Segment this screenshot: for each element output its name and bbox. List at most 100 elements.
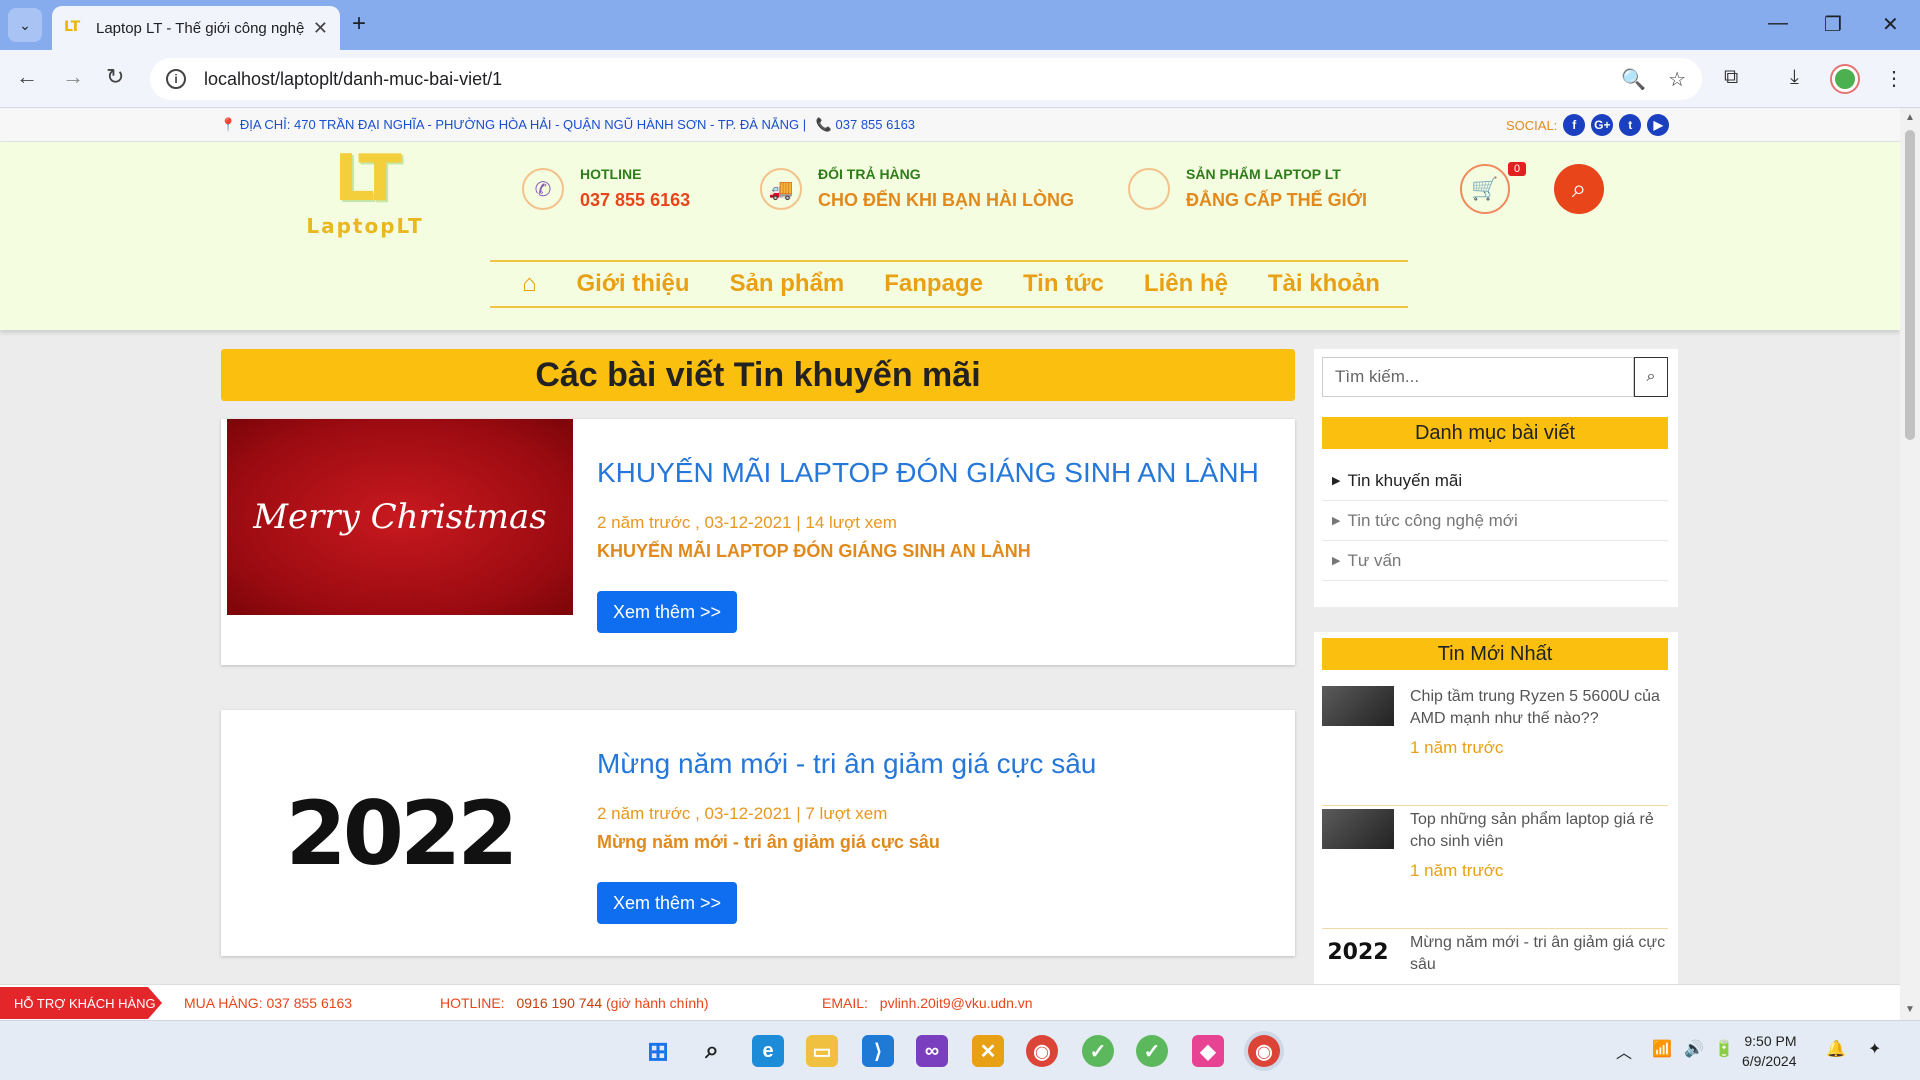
search-icon[interactable]: ⌕ [1554, 164, 1604, 214]
edge-icon[interactable]: e [752, 1035, 784, 1067]
caret-right-icon: ▶ [1332, 555, 1341, 567]
category-label: Tin khuyến mãi [1347, 470, 1463, 490]
close-tab-icon[interactable]: ✕ [313, 18, 328, 39]
site-info-icon[interactable]: i [166, 69, 186, 89]
bookmark-star-icon[interactable]: ☆ [1668, 67, 1686, 92]
youtube-icon[interactable]: ▶ [1647, 114, 1670, 136]
buy-phone[interactable]: MUA HÀNG: 037 855 6163 [184, 995, 352, 1011]
green-app-icon[interactable]: ✓ [1082, 1035, 1114, 1067]
scroll-down-icon[interactable]: ▼ [1905, 1004, 1915, 1015]
post-image[interactable]: 2022 [221, 710, 579, 956]
zoom-icon[interactable]: 🔍 [1621, 67, 1646, 92]
search-input[interactable]: Tìm kiếm... [1322, 357, 1634, 397]
logo-mark: LT [334, 142, 402, 216]
volume-icon[interactable]: 🔊 [1684, 1039, 1704, 1059]
news-title[interactable]: Top những sản phẩm laptop giá rẻ cho sin… [1410, 809, 1668, 853]
reload-icon[interactable]: ↻ [106, 64, 124, 90]
category-sidebar: Tìm kiếm... ⌕ Danh mục bài viết ▶ Tin kh… [1314, 349, 1678, 607]
news-thumbnail[interactable]: 2022 [1322, 932, 1394, 972]
caret-right-icon: ▶ [1332, 515, 1341, 527]
copilot-icon[interactable]: ✦ [1868, 1039, 1881, 1059]
logo-text: LaptopLT [306, 214, 424, 238]
system-clock[interactable]: 9:50 PM 6/9/2024 [1742, 1031, 1797, 1071]
post-image[interactable]: Merry Christmas [221, 419, 579, 621]
post-title[interactable]: KHUYẾN MÃI LAPTOP ĐÓN GIÁNG SINH AN LÀNH [597, 457, 1259, 489]
search-button-icon[interactable]: ⌕ [1634, 357, 1668, 397]
category-item[interactable]: ▶ Tin tức công nghệ mới [1322, 501, 1668, 541]
nav-lien-he[interactable]: Liên hệ [1144, 270, 1228, 298]
sidebar-search: Tìm kiếm... ⌕ [1322, 357, 1668, 397]
home-icon[interactable]: ⌂ [522, 270, 537, 298]
back-icon[interactable]: ← [16, 64, 38, 90]
search-taskbar-icon[interactable]: ⌕ [696, 1035, 728, 1067]
forward-icon[interactable]: → [62, 64, 84, 90]
product-value: ĐẲNG CẤP THẾ GIỚI [1186, 190, 1368, 210]
nav-tin-tuc[interactable]: Tin tức [1023, 270, 1104, 298]
windows-start-icon[interactable]: ⊞ [642, 1035, 674, 1067]
news-item[interactable]: Chip tầm trung Ryzen 5 5600U của AMD mạn… [1322, 686, 1668, 806]
nav-gioi-thieu[interactable]: Giới thiệu [577, 270, 690, 298]
categories-heading: Danh mục bài viết [1322, 417, 1668, 449]
extensions-icon[interactable]: ⧉ [1724, 66, 1738, 89]
return-policy-box: 🚚 ĐỔI TRẢ HÀNG CHO ĐẾN KHI BẠN HÀI LÒNG [760, 166, 1074, 211]
profile-avatar[interactable] [1832, 66, 1858, 92]
notification-bell-icon[interactable]: 🔔 [1826, 1039, 1846, 1059]
news-title[interactable]: Mừng năm mới - tri ân giảm giá cực sâu [1410, 932, 1668, 976]
top-phone[interactable]: 037 855 6163 [836, 117, 916, 132]
browser-tab[interactable]: LT Laptop LT - Thế giới công nghệ ✕ [52, 6, 340, 50]
nav-tai-khoan[interactable]: Tài khoản [1268, 270, 1380, 298]
post-title[interactable]: Mừng năm mới - tri ân giảm giá cực sâu [597, 748, 1096, 780]
restore-icon[interactable]: ❐ [1824, 12, 1842, 37]
news-title[interactable]: Chip tầm trung Ryzen 5 5600U của AMD mạn… [1410, 686, 1668, 730]
new-tab-button[interactable]: + [352, 10, 366, 38]
news-thumbnail[interactable] [1322, 686, 1394, 726]
minimize-icon[interactable]: — [1768, 12, 1788, 35]
close-window-icon[interactable]: ✕ [1882, 12, 1899, 37]
caret-right-icon: ▶ [1332, 475, 1341, 487]
wifi-icon[interactable]: 📶 [1652, 1039, 1672, 1059]
kite-app-icon[interactable]: ◆ [1192, 1035, 1224, 1067]
category-label: Tư vấn [1347, 550, 1402, 570]
top-info-bar: 📍 ĐỊA CHỈ: 470 TRẦN ĐẠI NGHĨA - PHƯỜNG H… [0, 108, 1900, 142]
hotline-footer-value[interactable]: 0916 190 744 [516, 995, 602, 1011]
read-more-button[interactable]: Xem thêm >> [597, 591, 737, 633]
tab-title: Laptop LT - Thế giới công nghệ [96, 19, 305, 37]
download-icon[interactable]: ⤓ [1790, 66, 1799, 89]
battery-icon[interactable]: 🔋 [1714, 1039, 1734, 1059]
browser-menu-icon[interactable]: ⋮ [1884, 66, 1904, 91]
read-more-button[interactable]: Xem thêm >> [597, 882, 737, 924]
category-item[interactable]: ▶ Tư vấn [1322, 541, 1668, 581]
chrome-icon[interactable]: ◉ [1026, 1035, 1058, 1067]
site-logo[interactable]: LT LaptopLT [290, 142, 440, 242]
notification-app-icon[interactable]: ✓ [1136, 1035, 1168, 1067]
email-footer-value[interactable]: pvlinh.20it9@vku.udn.vn [880, 995, 1033, 1011]
facebook-icon[interactable]: f [1563, 114, 1586, 136]
post-description: KHUYẾN MÃI LAPTOP ĐÓN GIÁNG SINH AN LÀNH [597, 541, 1031, 561]
google-plus-icon[interactable]: G+ [1591, 114, 1614, 136]
address-bar[interactable]: i localhost/laptoplt/danh-muc-bai-viet/1… [150, 58, 1702, 100]
scroll-up-icon[interactable]: ▲ [1905, 112, 1915, 123]
email-footer-label: EMAIL: [822, 995, 868, 1011]
xampp-icon[interactable]: ✕ [972, 1035, 1004, 1067]
windows-taskbar: ⊞ ⌕ e ▭ ⟩ ∞ ✕ ◉ ✓ ✓ ◆ ◉ ︿ 📶 🔊 🔋 9:50 PM … [0, 1020, 1920, 1080]
category-label: Tin tức công nghệ mới [1347, 510, 1518, 530]
scrollbar-thumb[interactable] [1905, 130, 1915, 440]
nav-san-pham[interactable]: Sản phẩm [730, 270, 845, 298]
address-line: 📍 ĐỊA CHỈ: 470 TRẦN ĐẠI NGHĨA - PHƯỜNG H… [220, 117, 915, 133]
cart-icon[interactable]: 🛒 [1460, 164, 1510, 214]
tab-search-button[interactable]: ⌄ [8, 8, 42, 42]
chrome-active-icon[interactable]: ◉ [1248, 1035, 1280, 1067]
visual-studio-icon[interactable]: ∞ [916, 1035, 948, 1067]
news-thumbnail[interactable] [1322, 809, 1394, 849]
tray-expand-icon[interactable]: ︿ [1616, 1039, 1632, 1063]
twitter-icon[interactable]: t [1619, 114, 1642, 136]
nav-fanpage[interactable]: Fanpage [884, 270, 983, 298]
file-explorer-icon[interactable]: ▭ [806, 1035, 838, 1067]
page-scrollbar[interactable]: ▲ ▼ [1900, 108, 1920, 1020]
category-item[interactable]: ▶ Tin khuyến mãi [1322, 461, 1668, 501]
location-icon: 📍 [220, 117, 237, 132]
vscode-icon[interactable]: ⟩ [862, 1035, 894, 1067]
news-item[interactable]: Top những sản phẩm laptop giá rẻ cho sin… [1322, 809, 1668, 929]
url-text[interactable]: localhost/laptoplt/danh-muc-bai-viet/1 [204, 69, 1599, 90]
clock-date: 6/9/2024 [1742, 1053, 1797, 1069]
